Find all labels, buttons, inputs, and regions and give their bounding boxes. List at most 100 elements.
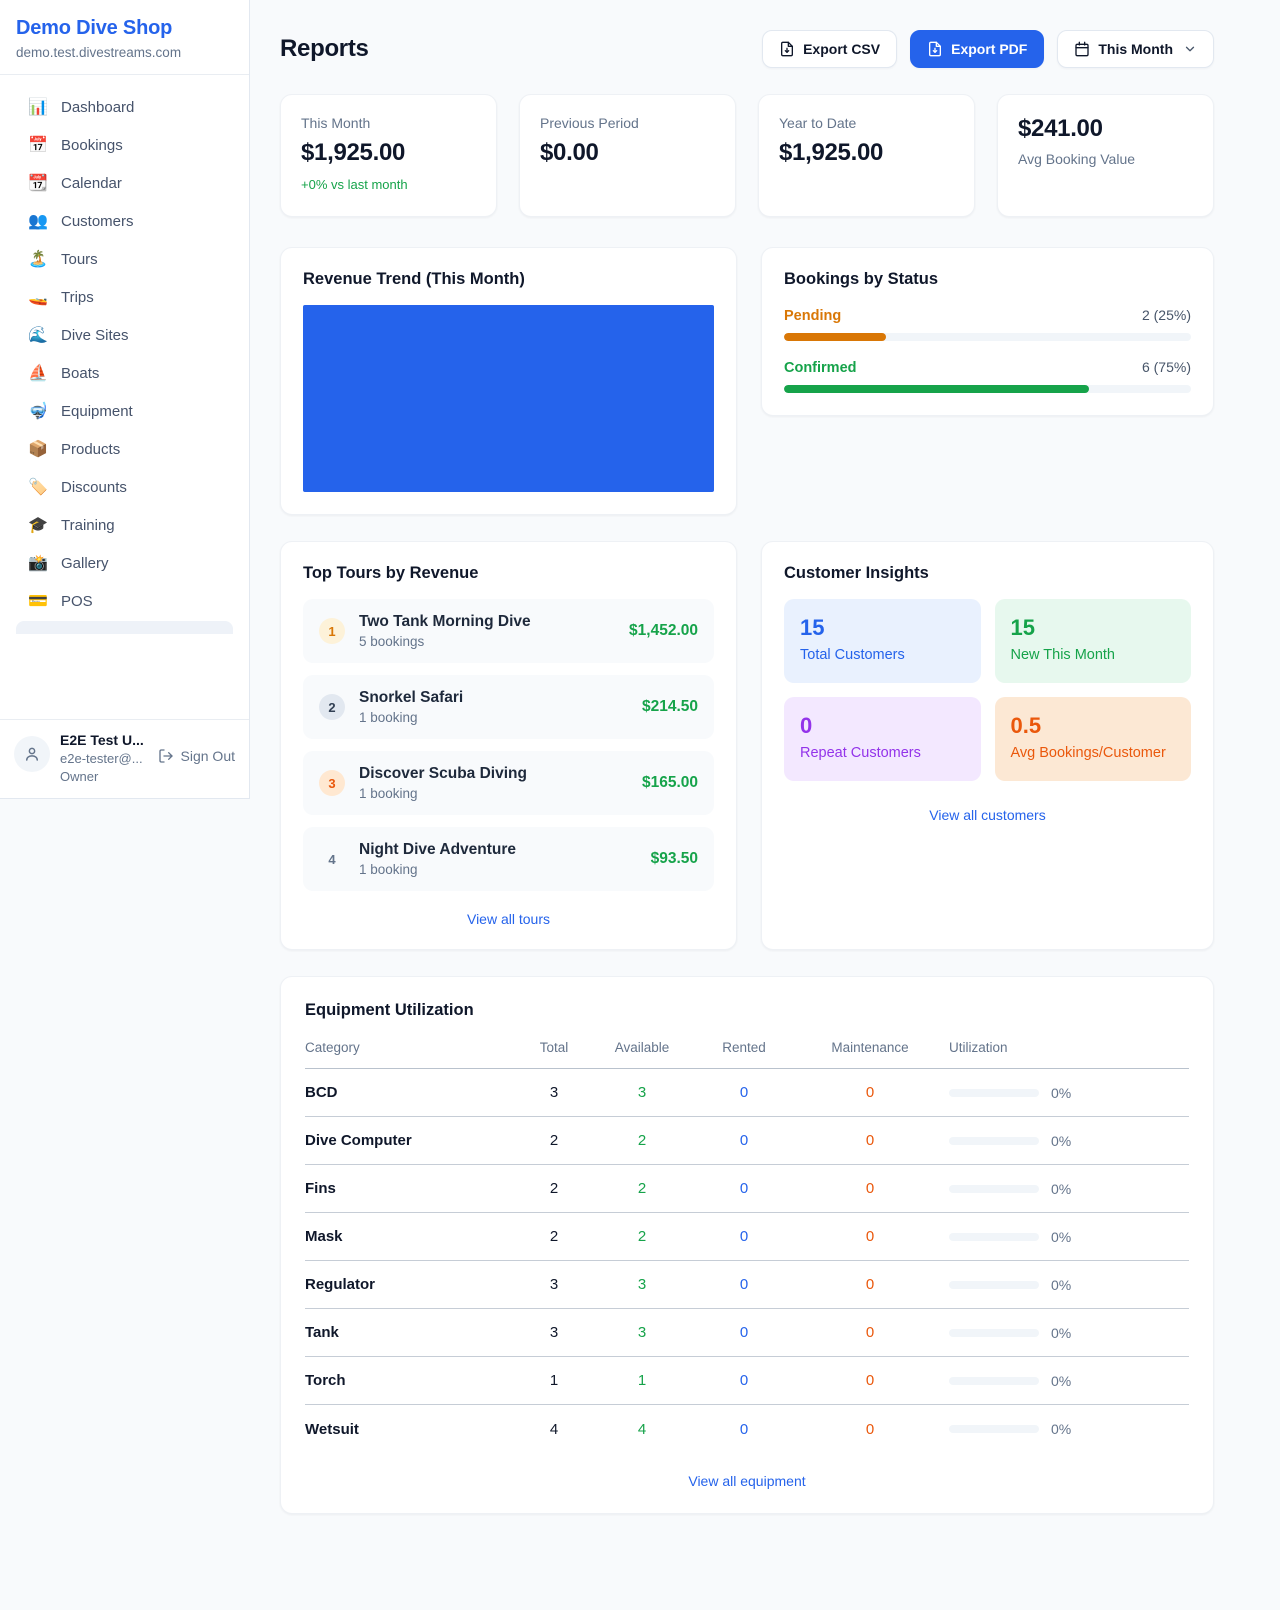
user-icon <box>23 745 41 763</box>
stat-label: Year to Date <box>779 115 954 131</box>
sidebar-item-label: Customers <box>61 213 134 230</box>
utilization-track <box>949 1185 1039 1193</box>
sidebar-item-products[interactable]: 📦 Products <box>16 431 233 468</box>
sign-out-button[interactable]: Sign Out <box>158 748 235 764</box>
insight-value: 15 <box>1011 615 1176 641</box>
equip-maintenance: 0 <box>791 1372 949 1389</box>
sidebar-item-customers[interactable]: 👥 Customers <box>16 203 233 240</box>
user-role: Owner <box>60 769 148 784</box>
col-utilization: Utilization <box>949 1040 1189 1055</box>
equip-rented: 0 <box>697 1276 791 1293</box>
sidebar-item-tours[interactable]: 🏝️ Tours <box>16 241 233 278</box>
stat-cards-row: This Month $1,925.00 +0% vs last month P… <box>280 94 1214 217</box>
charts-row: Revenue Trend (This Month) Bookings by S… <box>280 247 1214 515</box>
equip-total: 3 <box>521 1276 587 1293</box>
revenue-trend-title: Revenue Trend (This Month) <box>303 270 714 289</box>
view-all-equipment-link[interactable]: View all equipment <box>688 1473 805 1489</box>
sidebar-item-bookings[interactable]: 📅 Bookings <box>16 127 233 164</box>
island-icon: 🏝️ <box>28 252 48 268</box>
equip-available: 2 <box>587 1132 697 1149</box>
equip-category: Regulator <box>305 1276 521 1293</box>
tour-revenue: $1,452.00 <box>629 622 698 640</box>
sidebar-item-discounts[interactable]: 🏷️ Discounts <box>16 469 233 506</box>
insights-row: Top Tours by Revenue 1 Two Tank Morning … <box>280 541 1214 950</box>
equip-maintenance: 0 <box>791 1324 949 1341</box>
utilization-pct: 0% <box>1051 1181 1071 1197</box>
sidebar-item-label: Trips <box>61 289 94 306</box>
equip-utilization: 0% <box>949 1373 1189 1389</box>
stat-value: $241.00 <box>1018 115 1193 143</box>
sidebar-item-dashboard[interactable]: 📊 Dashboard <box>16 89 233 126</box>
table-row: Mask 2 2 0 0 0% <box>305 1213 1189 1261</box>
sidebar-item-label: Discounts <box>61 479 127 496</box>
period-label: This Month <box>1098 41 1173 57</box>
status-count: 2 (25%) <box>1142 307 1191 323</box>
stat-value: $1,925.00 <box>301 139 476 167</box>
sidebar-item-boats[interactable]: ⛵ Boats <box>16 355 233 392</box>
tour-list-item[interactable]: 3 Discover Scuba Diving 1 booking $165.0… <box>303 751 714 815</box>
shop-subdomain: demo.test.divestreams.com <box>16 45 233 60</box>
equipment-utilization-title: Equipment Utilization <box>305 1001 1189 1020</box>
view-all-customers-link[interactable]: View all customers <box>929 807 1045 823</box>
equip-rented: 0 <box>697 1132 791 1149</box>
wave-icon: 🌊 <box>28 328 48 344</box>
tour-bookings: 1 booking <box>359 786 628 801</box>
tour-list-item[interactable]: 1 Two Tank Morning Dive 5 bookings $1,45… <box>303 599 714 663</box>
progress-track <box>784 333 1191 341</box>
sidebar-item-trips[interactable]: 🚤 Trips <box>16 279 233 316</box>
utilization-track <box>949 1233 1039 1241</box>
utilization-pct: 0% <box>1051 1229 1071 1245</box>
sidebar-item-label: Equipment <box>61 403 133 420</box>
sidebar-item-active-partial[interactable] <box>16 621 233 634</box>
period-select[interactable]: This Month <box>1057 30 1214 68</box>
equip-rented: 0 <box>697 1228 791 1245</box>
sidebar-item-calendar[interactable]: 📆 Calendar <box>16 165 233 202</box>
credit-card-icon: 💳 <box>28 594 48 610</box>
col-total: Total <box>521 1040 587 1055</box>
tour-bookings: 1 booking <box>359 862 637 877</box>
sidebar-item-equipment[interactable]: 🤿 Equipment <box>16 393 233 430</box>
status-row-confirmed: Confirmed 6 (75%) <box>784 359 1191 393</box>
rank-badge: 3 <box>319 770 345 796</box>
view-all-tours-link[interactable]: View all tours <box>467 911 550 927</box>
insight-label: Avg Bookings/Customer <box>1011 745 1176 761</box>
progress-fill-pending <box>784 333 886 341</box>
export-pdf-button[interactable]: Export PDF <box>910 30 1044 68</box>
utilization-track <box>949 1137 1039 1145</box>
utilization-pct: 0% <box>1051 1421 1071 1437</box>
insight-repeat-customers: 0 Repeat Customers <box>784 697 981 781</box>
insight-label: Repeat Customers <box>800 745 965 761</box>
tour-list-item[interactable]: 2 Snorkel Safari 1 booking $214.50 <box>303 675 714 739</box>
progress-track <box>784 385 1191 393</box>
equip-maintenance: 0 <box>791 1180 949 1197</box>
status-label: Confirmed <box>784 360 857 376</box>
sidebar-item-label: Bookings <box>61 137 123 154</box>
customers-icon: 👥 <box>28 214 48 230</box>
status-count: 6 (75%) <box>1142 359 1191 375</box>
sidebar-item-training[interactable]: 🎓 Training <box>16 507 233 544</box>
revenue-trend-card: Revenue Trend (This Month) <box>280 247 737 515</box>
col-available: Available <box>587 1040 697 1055</box>
calendar-icon <box>1074 41 1090 57</box>
sidebar-item-pos[interactable]: 💳 POS <box>16 583 233 620</box>
equip-utilization: 0% <box>949 1277 1189 1293</box>
equipment-utilization-card: Equipment Utilization Category Total Ava… <box>280 976 1214 1514</box>
sidebar-item-dive-sites[interactable]: 🌊 Dive Sites <box>16 317 233 354</box>
col-category: Category <box>305 1040 521 1055</box>
stat-label: Previous Period <box>540 115 715 131</box>
equip-available: 3 <box>587 1276 697 1293</box>
equip-available: 2 <box>587 1180 697 1197</box>
equip-utilization: 0% <box>949 1325 1189 1341</box>
equip-available: 1 <box>587 1372 697 1389</box>
table-row: Torch 1 1 0 0 0% <box>305 1357 1189 1405</box>
equip-available: 3 <box>587 1084 697 1101</box>
file-download-icon <box>927 41 943 57</box>
sidebar-item-label: Training <box>61 517 115 534</box>
tour-name: Two Tank Morning Dive <box>359 613 615 631</box>
export-csv-button[interactable]: Export CSV <box>762 30 897 68</box>
tour-list-item[interactable]: 4 Night Dive Adventure 1 booking $93.50 <box>303 827 714 891</box>
stat-label: Avg Booking Value <box>1018 151 1193 167</box>
bookings-calendar-icon: 📅 <box>28 138 48 154</box>
sidebar-item-gallery[interactable]: 📸 Gallery <box>16 545 233 582</box>
table-row: BCD 3 3 0 0 0% <box>305 1069 1189 1117</box>
